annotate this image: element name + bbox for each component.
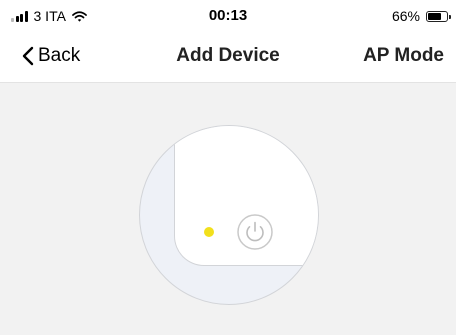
status-time: 00:13	[208, 7, 248, 24]
back-button-label: Back	[38, 45, 81, 66]
power-icon	[237, 214, 273, 250]
battery-percent: 66%	[391, 8, 420, 24]
battery-fill	[428, 12, 442, 20]
content-area	[0, 83, 456, 335]
status-right: 66%	[391, 8, 451, 24]
indicator-light	[204, 227, 214, 237]
device-illustration	[139, 125, 319, 305]
back-button[interactable]: Back	[22, 45, 80, 67]
ap-mode-button[interactable]: AP Mode	[363, 45, 444, 67]
battery-icon	[426, 10, 451, 22]
status-bar: 3 ITA 00:13 66%	[0, 0, 456, 36]
chevron-left-icon	[22, 46, 34, 66]
navigation-bar: Back Add Device AP Mode	[0, 36, 456, 83]
